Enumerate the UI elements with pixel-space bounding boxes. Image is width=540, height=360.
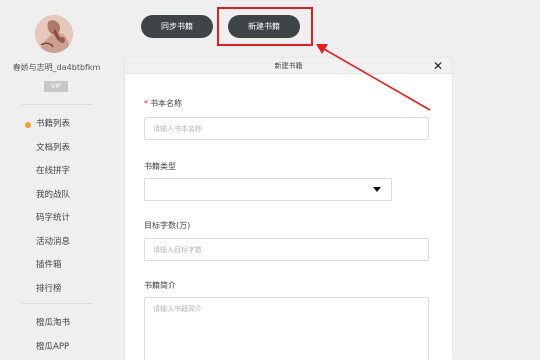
avatar[interactable]: [35, 15, 73, 53]
vip-badge: VIP: [44, 81, 68, 92]
sidebar-divider: [22, 303, 92, 304]
sidebar-item-document-list[interactable]: 文档列表: [0, 137, 113, 161]
username: 春娇与志明_da4btbfkm: [12, 63, 101, 72]
new-book-dialog: 新建书籍 ✕ *书本名称 书籍类型 目标字数(万) 书籍简介: [125, 58, 452, 360]
sidebar-nav: 书籍列表 文档列表 在线拼字 我的战队 码字统计 活动消息 插件箱 排行榜: [0, 113, 113, 301]
book-name-label-text: 书本名称: [150, 99, 182, 108]
intro-label: 书籍简介: [144, 281, 176, 290]
sidebar-item-book-list[interactable]: 书籍列表: [0, 113, 113, 137]
sidebar-item-label: 排行榜: [36, 283, 62, 294]
sidebar-item-label: 活动消息: [36, 236, 71, 247]
sidebar-item-book-store[interactable]: 橙瓜淘书: [0, 312, 113, 336]
sidebar-item-label: 橙瓜淘书: [36, 318, 71, 328]
sidebar-divider: [22, 104, 92, 105]
sidebar-item-label: 书籍列表: [36, 119, 71, 129]
avatar-image: [35, 15, 73, 53]
sidebar-item-online-spell[interactable]: 在线拼字: [0, 160, 113, 184]
sidebar-item-plugin-box[interactable]: 插件箱: [0, 254, 113, 278]
sidebar-item-label: 橙瓜APP: [36, 341, 70, 352]
sidebar-item-my-team[interactable]: 我的战队: [0, 184, 113, 208]
sidebar-item-label: 码字统计: [36, 213, 71, 223]
sidebar-item-leaderboard[interactable]: 排行榜: [0, 278, 113, 302]
sidebar: 春娇与志明_da4btbfkm VIP 书籍列表 文档列表 在线拼字 我的战队 …: [0, 0, 113, 360]
sidebar-item-app[interactable]: 橙瓜APP: [0, 336, 113, 360]
book-type-select[interactable]: [144, 178, 392, 201]
dialog-header: 新建书籍 ✕: [125, 58, 452, 74]
sidebar-item-label: 我的战队: [36, 189, 71, 200]
sidebar-item-activity-messages[interactable]: 活动消息: [0, 231, 113, 255]
sidebar-item-word-stats[interactable]: 码字统计: [0, 207, 113, 231]
close-icon[interactable]: ✕: [431, 59, 445, 73]
target-words-input[interactable]: [144, 238, 429, 261]
sidebar-item-label: 文档列表: [36, 142, 71, 153]
sidebar-item-label: 在线拼字: [36, 166, 71, 176]
book-name-input[interactable]: [144, 117, 429, 140]
arrow-head-icon: [316, 44, 328, 54]
dialog-title: 新建书籍: [274, 62, 303, 70]
sidebar-bottom-nav: 橙瓜淘书 橙瓜APP: [0, 312, 113, 359]
active-dot-icon: [25, 122, 31, 128]
book-type-label: 书籍类型: [144, 162, 176, 171]
highlight-box: [217, 7, 313, 46]
chevron-down-icon: [373, 187, 381, 192]
sidebar-item-label: 插件箱: [36, 260, 62, 270]
intro-textarea[interactable]: [144, 297, 429, 360]
book-name-label: * 书本名称: [144, 98, 182, 109]
sync-books-button[interactable]: 同步书籍: [141, 15, 213, 38]
target-words-label: 目标字数(万): [144, 221, 191, 230]
required-mark: *: [144, 99, 148, 108]
